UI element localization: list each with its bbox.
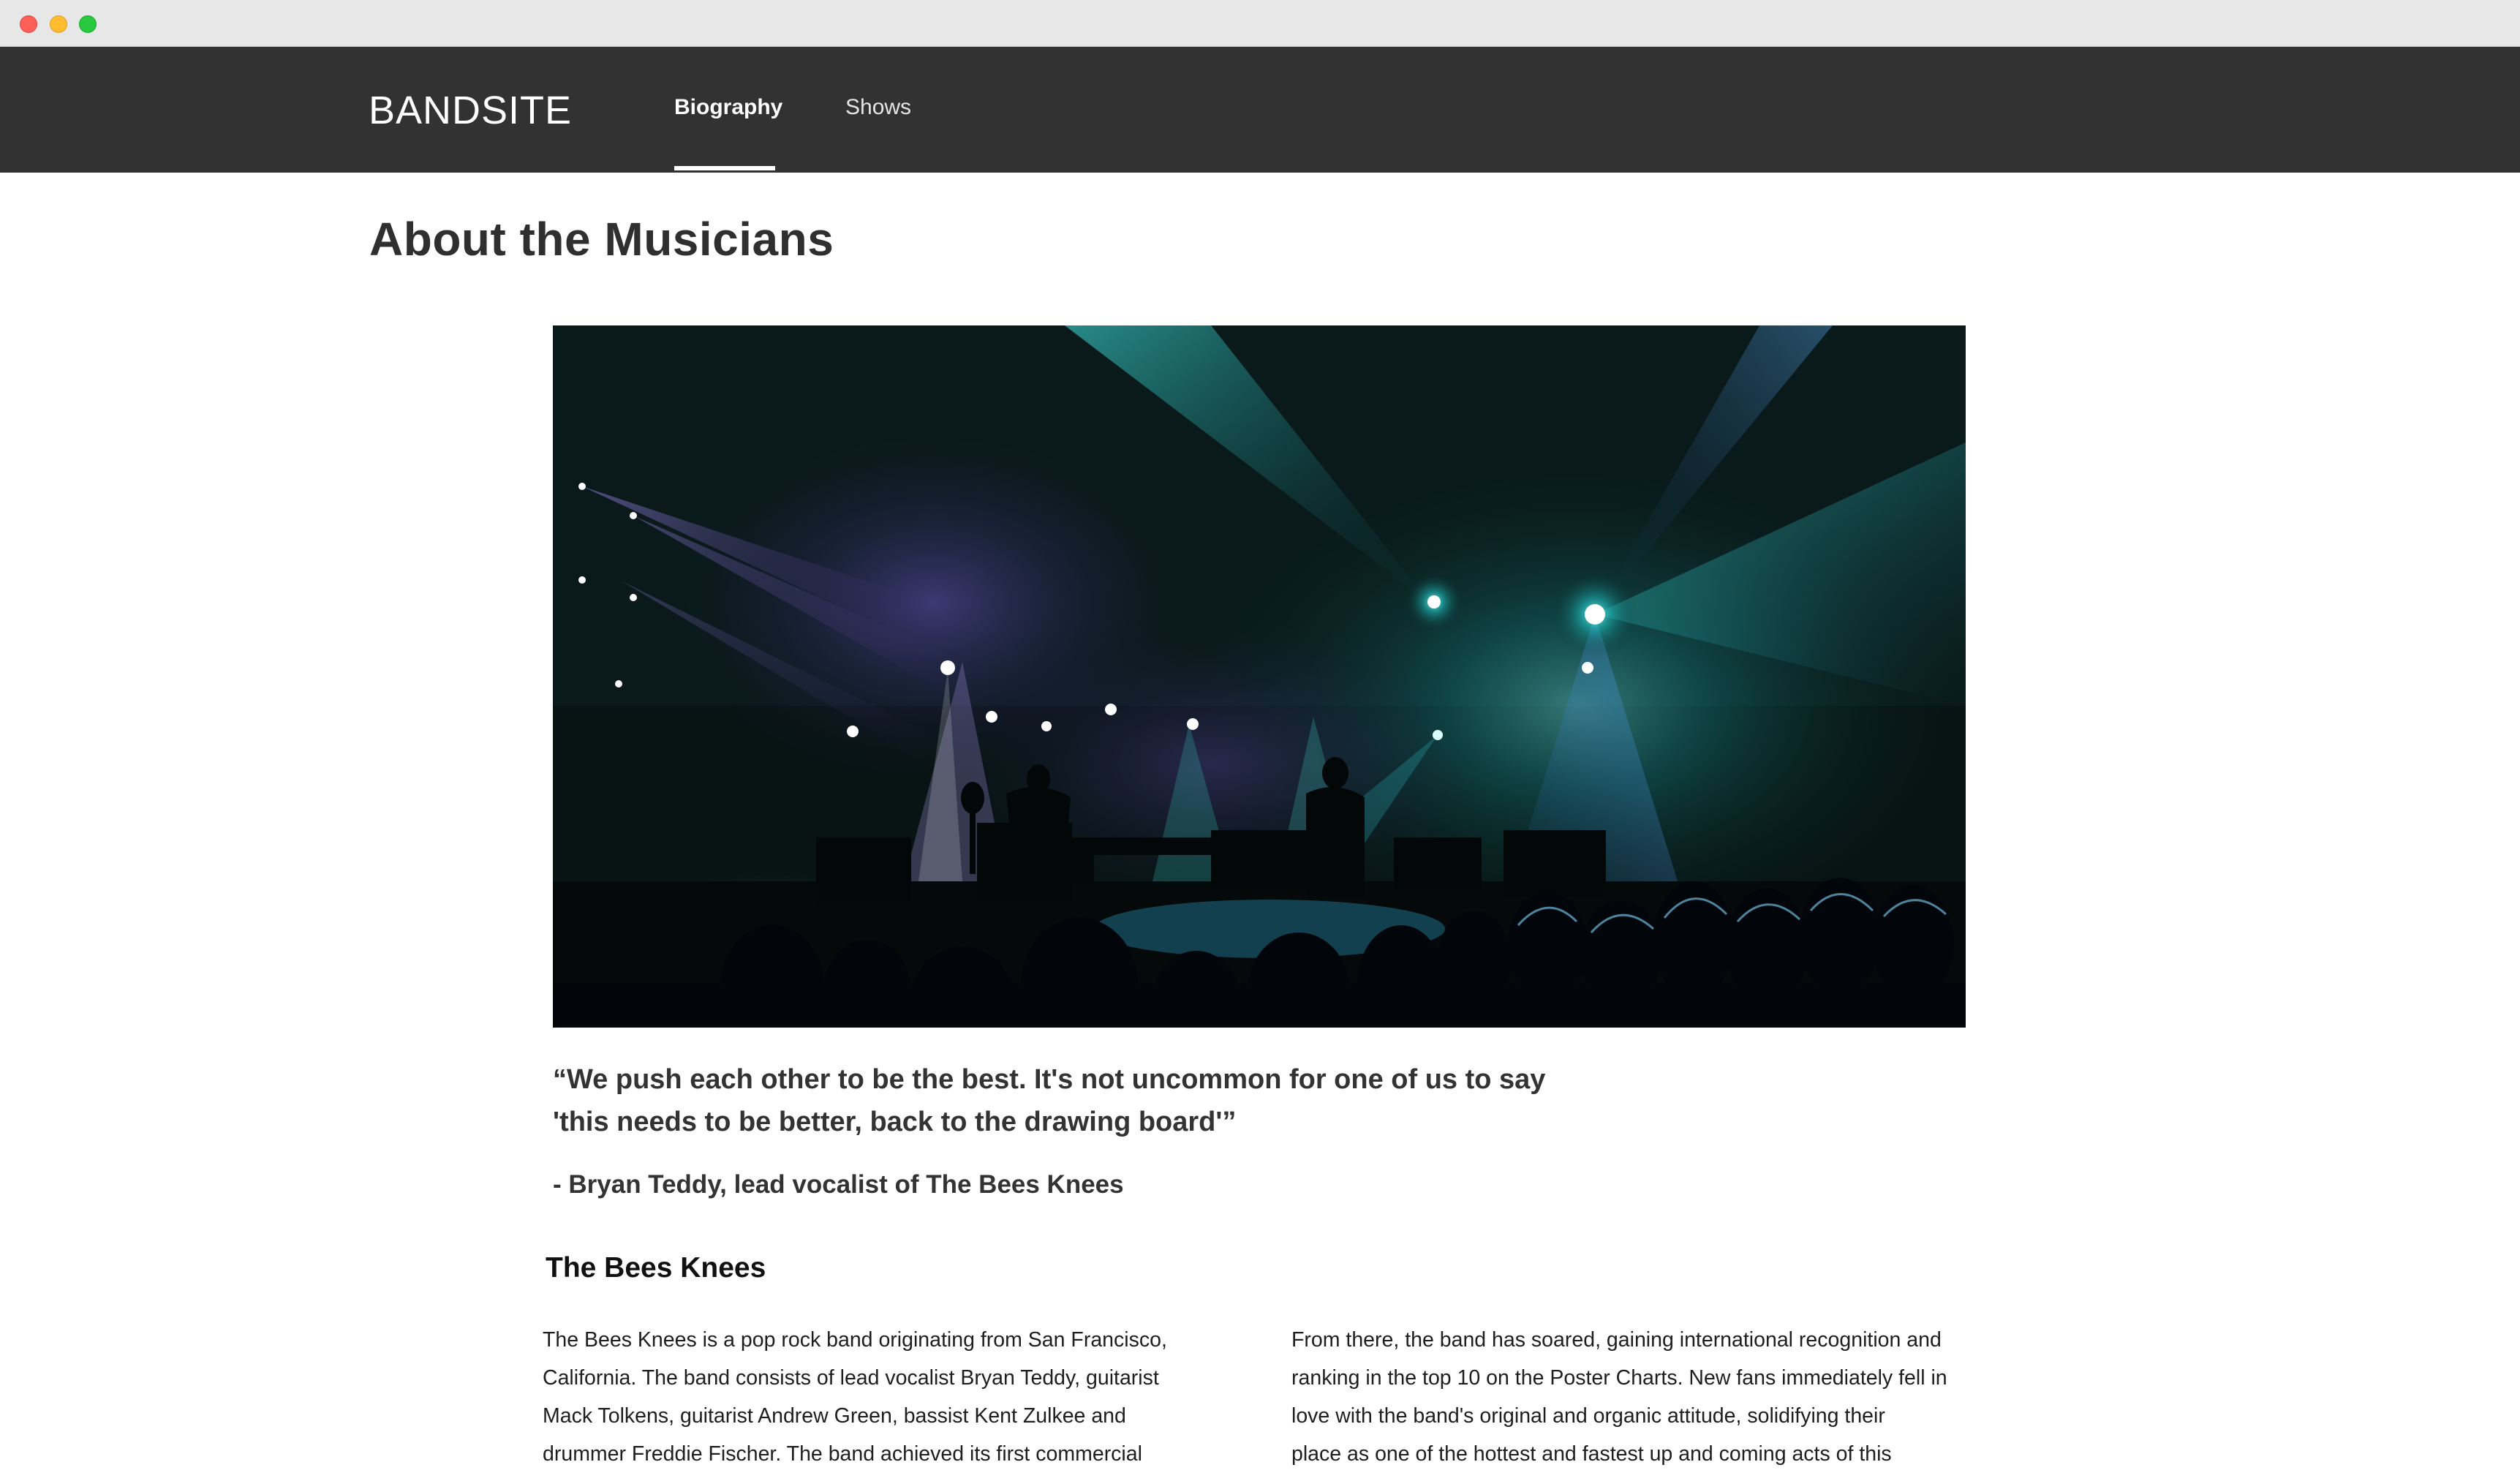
bio-line: drummer Freddie Fischer. The band achiev…	[543, 1442, 1142, 1466]
bio-line: California. The band consists of lead vo…	[543, 1366, 1159, 1390]
section-title: The Bees Knees	[546, 1252, 766, 1284]
bio-line: From there, the band has soared, gaining…	[1291, 1328, 1942, 1352]
bio-column-right: From there, the band has soared, gaining…	[1291, 1321, 1993, 1473]
site-logo[interactable]: BANDSITE	[369, 88, 572, 133]
site-header: BANDSITE Biography Shows	[0, 47, 2520, 173]
nav-link-shows[interactable]: Shows	[845, 95, 911, 120]
quote-line: 'this needs to be better, back to the dr…	[553, 1107, 1237, 1137]
nav-link-biography[interactable]: Biography	[674, 95, 782, 120]
band-quote: “We push each other to be the best. It's…	[553, 1058, 1577, 1143]
quote-attribution: - Bryan Teddy, lead vocalist of The Bees…	[553, 1170, 1124, 1199]
bio-line: The Bees Knees is a pop rock band origin…	[543, 1328, 1167, 1352]
close-window-button[interactable]	[20, 15, 37, 33]
browser-titlebar	[0, 0, 2520, 47]
active-nav-indicator	[674, 166, 775, 170]
bio-line: love with the band's original and organi…	[1291, 1404, 1885, 1428]
hero-concert-image	[553, 325, 1966, 1028]
bio-line: place as one of the hottest and fastest …	[1291, 1442, 1892, 1466]
quote-line: “We push each other to be the best. It's…	[553, 1064, 1546, 1095]
bio-column-left: The Bees Knees is a pop rock band origin…	[543, 1321, 1201, 1473]
page-title: About the Musicians	[369, 213, 834, 265]
bio-line: ranking in the top 10 on the Poster Char…	[1291, 1366, 1947, 1390]
bio-line: Mack Tolkens, guitarist Andrew Green, ba…	[543, 1404, 1126, 1428]
zoom-window-button[interactable]	[79, 15, 97, 33]
minimize-window-button[interactable]	[50, 15, 67, 33]
